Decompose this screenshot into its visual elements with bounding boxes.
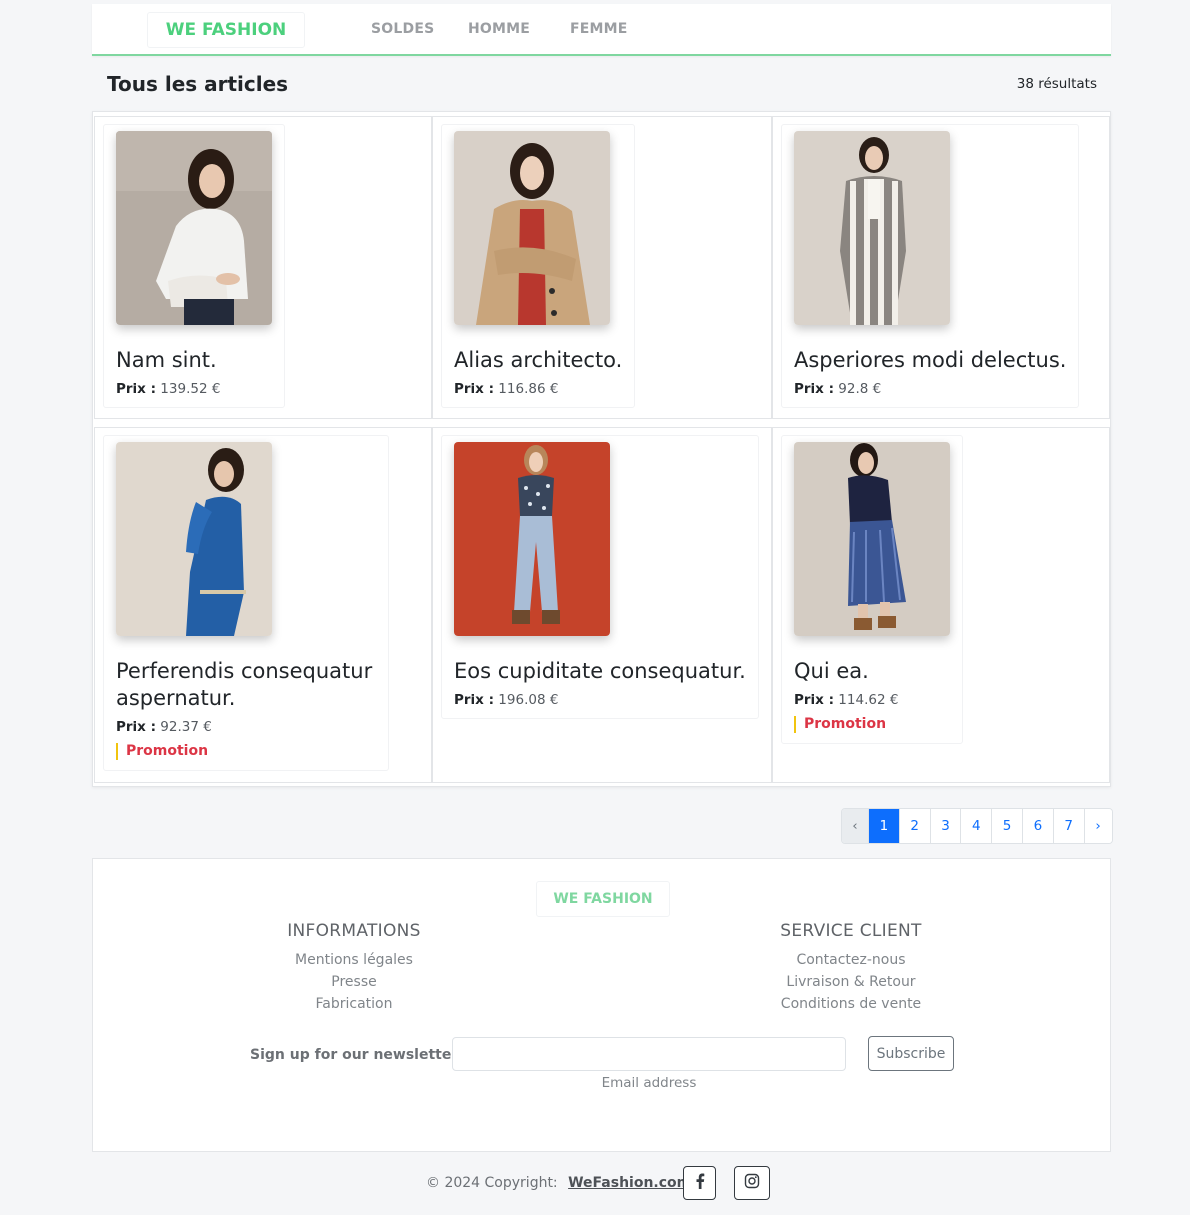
copyright-text: © 2024 Copyright:: [426, 1175, 558, 1191]
product-price: Prix : 92.37 €: [116, 719, 376, 735]
product-price: Prix : 139.52 €: [116, 381, 272, 397]
product-title[interactable]: Asperiores modi delectus.: [794, 347, 1066, 374]
product-image[interactable]: [794, 442, 950, 636]
price-value: 116.86 €: [498, 381, 559, 397]
product-title-line: aspernatur.: [116, 686, 236, 710]
pagination-page-6[interactable]: 6: [1022, 809, 1054, 843]
product-title[interactable]: Qui ea.: [794, 658, 950, 685]
price-label: Prix :: [116, 381, 156, 397]
pagination-page-4[interactable]: 4: [961, 809, 993, 843]
pagination-next[interactable]: ›: [1084, 809, 1112, 843]
nav-link-homme[interactable]: HOMME: [468, 21, 530, 37]
product-image[interactable]: [794, 131, 950, 325]
footer-service-client: SERVICE CLIENT Contactez-nous Livraison …: [721, 921, 981, 1015]
facebook-button[interactable]: [683, 1166, 716, 1200]
product-image[interactable]: [116, 131, 272, 325]
product-image[interactable]: [454, 442, 610, 636]
copyright: © 2024 Copyright: WeFashion.com: [426, 1175, 691, 1191]
email-help-text: Email address: [601, 1075, 697, 1091]
product-cell: Perferendis consequatur aspernatur. Prix…: [94, 427, 432, 783]
product-price: Prix : 92.8 €: [794, 381, 1066, 397]
product-image[interactable]: [454, 131, 610, 325]
footer-link-mentions[interactable]: Mentions légales: [224, 949, 484, 971]
product-cell: Eos cupiditate consequatur. Prix : 196.0…: [432, 427, 772, 783]
footer-link-contact[interactable]: Contactez-nous: [721, 949, 981, 971]
footer-heading: SERVICE CLIENT: [780, 921, 922, 941]
product-card[interactable]: Perferendis consequatur aspernatur. Prix…: [103, 435, 389, 771]
product-card[interactable]: Qui ea. Prix : 114.62 € Promotion: [781, 435, 963, 744]
product-price: Prix : 116.86 €: [454, 381, 622, 397]
promotion-badge: Promotion: [116, 743, 376, 760]
footer-link-conditions[interactable]: Conditions de vente: [721, 993, 981, 1015]
footer-brand-logo[interactable]: WE FASHION: [536, 881, 670, 917]
footer-heading: INFORMATIONS: [287, 921, 421, 941]
product-price: Prix : 114.62 €: [794, 692, 950, 708]
product-cell: Nam sint. Prix : 139.52 €: [94, 116, 432, 419]
footer: WE FASHION INFORMATIONS Mentions légales…: [92, 858, 1111, 1152]
product-cell: Qui ea. Prix : 114.62 € Promotion: [772, 427, 1110, 783]
price-value: 92.8 €: [838, 381, 882, 397]
footer-link-livraison[interactable]: Livraison & Retour: [721, 971, 981, 993]
pagination: ‹ 1 2 3 4 5 6 7 ›: [841, 808, 1113, 844]
footer-link-fabrication[interactable]: Fabrication: [224, 993, 484, 1015]
product-price: Prix : 196.08 €: [454, 692, 746, 708]
product-cell: Alias architecto. Prix : 116.86 €: [432, 116, 772, 419]
footer-link-presse[interactable]: Presse: [224, 971, 484, 993]
price-value: 92.37 €: [160, 719, 212, 735]
product-title[interactable]: Eos cupiditate consequatur.: [454, 658, 746, 685]
product-title[interactable]: Perferendis consequatur aspernatur.: [116, 658, 376, 712]
pagination-prev: ‹: [842, 809, 869, 843]
pagination-page-7[interactable]: 7: [1053, 809, 1085, 843]
copyright-link[interactable]: WeFashion.com: [568, 1175, 691, 1191]
results-count: 38 résultats: [1016, 76, 1097, 92]
product-grid: Nam sint. Prix : 139.52 € Alias architec…: [92, 111, 1111, 787]
price-value: 196.08 €: [498, 692, 559, 708]
subscribe-button[interactable]: Subscribe: [868, 1036, 954, 1071]
price-label: Prix :: [454, 692, 494, 708]
price-label: Prix :: [454, 381, 494, 397]
pagination-page-2[interactable]: 2: [899, 809, 931, 843]
price-label: Prix :: [794, 381, 834, 397]
nav-link-femme[interactable]: FEMME: [570, 21, 628, 37]
nav-link-soldes[interactable]: SOLDES: [371, 21, 434, 37]
newsletter-email-input[interactable]: [452, 1037, 846, 1071]
product-title[interactable]: Alias architecto.: [454, 347, 622, 374]
instagram-icon: [744, 1173, 760, 1193]
product-card[interactable]: Nam sint. Prix : 139.52 €: [103, 124, 285, 408]
product-title[interactable]: Nam sint.: [116, 347, 272, 374]
product-cell: Asperiores modi delectus. Prix : 92.8 €: [772, 116, 1110, 419]
product-card[interactable]: Alias architecto. Prix : 116.86 €: [441, 124, 636, 408]
pagination-page-5[interactable]: 5: [992, 809, 1023, 843]
price-value: 139.52 €: [160, 381, 221, 397]
brand-logo[interactable]: WE FASHION: [147, 12, 305, 48]
product-title-line: Perferendis consequatur: [116, 659, 373, 683]
instagram-button[interactable]: [734, 1166, 770, 1200]
facebook-icon: [693, 1173, 707, 1193]
footer-informations: INFORMATIONS Mentions légales Presse Fab…: [224, 921, 484, 1015]
price-label: Prix :: [794, 692, 834, 708]
pagination-page-3[interactable]: 3: [930, 809, 962, 843]
price-value: 114.62 €: [838, 692, 899, 708]
newsletter-label: Sign up for our newsletter: [250, 1047, 459, 1063]
product-card[interactable]: Eos cupiditate consequatur. Prix : 196.0…: [441, 435, 759, 719]
pagination-page-1[interactable]: 1: [869, 809, 900, 843]
page-title: Tous les articles: [107, 72, 289, 96]
promotion-badge: Promotion: [794, 716, 950, 733]
product-image[interactable]: [116, 442, 272, 636]
price-label: Prix :: [116, 719, 156, 735]
navbar: WE FASHION SOLDES HOMME FEMME: [92, 4, 1111, 56]
product-card[interactable]: Asperiores modi delectus. Prix : 92.8 €: [781, 124, 1080, 408]
